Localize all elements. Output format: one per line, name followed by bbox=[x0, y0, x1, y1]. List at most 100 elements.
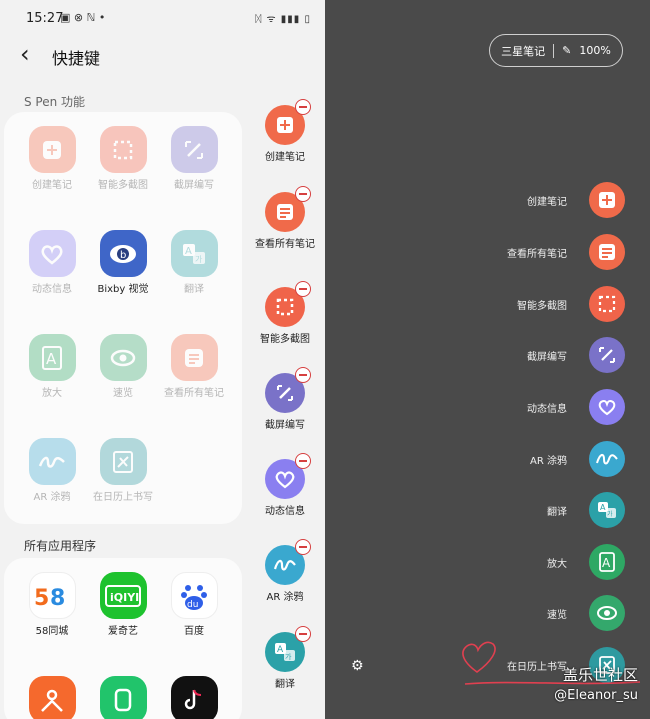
translate-icon: A가 bbox=[265, 626, 311, 672]
spen-item-screen-write[interactable]: 截屏编写 bbox=[154, 126, 234, 192]
pen-battery-icon: ✎ bbox=[562, 44, 572, 57]
spen-item-magnify[interactable]: A 放大 bbox=[12, 334, 92, 400]
app-baidu[interactable]: du 百度 bbox=[154, 572, 234, 638]
page-title: 快捷键 bbox=[52, 49, 101, 68]
spen-item-live-message[interactable]: 动态信息 bbox=[12, 230, 92, 296]
air-command-live-message[interactable]: 动态信息 bbox=[527, 389, 625, 425]
spen-item-bixby-vision[interactable]: b Bixby 视觉 bbox=[83, 230, 163, 296]
selected-shortcut-ar-doodle[interactable]: AR 涂鸦 bbox=[245, 539, 325, 604]
back-arrow-icon[interactable]: ‹ bbox=[20, 42, 30, 66]
create-note-icon bbox=[589, 182, 625, 218]
air-command-view-all-notes[interactable]: 查看所有笔记 bbox=[507, 234, 625, 270]
heart-icon bbox=[589, 389, 625, 425]
spen-item-ar-doodle[interactable]: AR 涂鸦 bbox=[12, 438, 92, 504]
svg-text:가: 가 bbox=[607, 510, 613, 518]
pill-divider bbox=[553, 43, 555, 58]
smart-select-icon bbox=[265, 281, 311, 327]
all-apps-card: 58 58同城 iQIYI 爱奇艺 du 百度 bbox=[4, 558, 242, 719]
app-58tongcheng[interactable]: 58 58同城 bbox=[12, 572, 92, 638]
section-label-all-apps: 所有应用程序 bbox=[24, 539, 97, 553]
svg-text:b: b bbox=[120, 250, 126, 261]
air-command-translate[interactable]: 翻译 A가 bbox=[547, 492, 625, 528]
status-time: 15:27 bbox=[26, 11, 64, 26]
58tongcheng-logo-icon: 58 bbox=[28, 572, 76, 619]
heart-icon bbox=[265, 453, 311, 499]
screenshot-root: 15:27 ▣ ⊗ ℕ • ᛞ ᯤ ▮▮▮ ▯ ‹ 快捷键 S Pen 功能 创… bbox=[0, 0, 650, 719]
remove-minus-icon[interactable] bbox=[295, 186, 311, 202]
svg-text:iQIYI: iQIYI bbox=[110, 591, 139, 604]
screen-write-icon bbox=[589, 337, 625, 373]
app-green-phone[interactable] bbox=[83, 676, 163, 719]
selected-shortcuts-column: 创建笔记 查看所有笔记 智能多截图 截屏编写 动态信息 AR 涂鸦 A 가 翻译 bbox=[245, 0, 325, 719]
selected-shortcut-screen-write[interactable]: 截屏编写 bbox=[245, 367, 325, 432]
notes-list-icon bbox=[589, 234, 625, 270]
selected-shortcut-translate[interactable]: A가 翻译 bbox=[245, 626, 325, 691]
air-command-panel: 三星笔记 ✎ 100% 创建笔记 查看所有笔记 智能多截图 截屏编写 动态信息 … bbox=[325, 0, 650, 719]
svg-text:8: 8 bbox=[50, 586, 65, 611]
spen-features-card: 创建笔记 智能多截图 截屏编写 动态信息 b Bixby 视觉 A 가 翻译 A… bbox=[4, 112, 242, 524]
svg-text:A: A bbox=[185, 246, 192, 257]
selected-shortcut-smart-select[interactable]: 智能多截图 bbox=[245, 281, 325, 346]
bixby-eye-icon: b bbox=[99, 230, 147, 277]
smart-select-icon bbox=[99, 126, 147, 173]
pill-battery: 100% bbox=[579, 44, 611, 57]
spen-item-smart-select[interactable]: 智能多截图 bbox=[83, 126, 163, 192]
iqiyi-logo-icon: iQIYI bbox=[99, 572, 147, 619]
heart-icon bbox=[28, 230, 76, 277]
watermark-author: @Eleanor_su bbox=[554, 688, 638, 703]
svg-text:du: du bbox=[187, 600, 198, 610]
remove-minus-icon[interactable] bbox=[295, 453, 311, 469]
svg-text:A: A bbox=[277, 645, 284, 655]
svg-text:A: A bbox=[46, 350, 57, 368]
translate-icon: A가 bbox=[170, 230, 218, 277]
spen-item-view-all-notes[interactable]: 查看所有笔记 bbox=[154, 334, 234, 400]
calendar-write-icon bbox=[99, 438, 147, 485]
tiktok-note-icon bbox=[170, 676, 218, 719]
air-command-smart-select[interactable]: 智能多截图 bbox=[517, 286, 625, 322]
pill-app-name: 三星笔记 bbox=[501, 44, 546, 58]
create-note-icon bbox=[265, 99, 311, 145]
remove-minus-icon[interactable] bbox=[295, 99, 311, 115]
spen-item-translate[interactable]: A가 翻译 bbox=[154, 230, 234, 296]
app-orange[interactable] bbox=[12, 676, 92, 719]
smart-select-icon bbox=[589, 286, 625, 322]
ar-doodle-icon bbox=[265, 539, 311, 585]
ar-doodle-icon bbox=[589, 441, 625, 477]
selected-shortcut-create-note[interactable]: 创建笔记 bbox=[245, 99, 325, 164]
screen-write-icon bbox=[265, 367, 311, 413]
ar-doodle-icon bbox=[28, 438, 76, 485]
translate-icon: A가 bbox=[589, 492, 625, 528]
air-command-ar-doodle[interactable]: AR 涂鸦 bbox=[530, 441, 625, 477]
phone-app-icon bbox=[99, 676, 147, 719]
watermark-community: 盖乐世社区 bbox=[562, 666, 638, 684]
selected-shortcut-live-message[interactable]: 动态信息 bbox=[245, 453, 325, 518]
remove-minus-icon[interactable] bbox=[295, 281, 311, 297]
section-label-spen: S Pen 功能 bbox=[24, 95, 86, 109]
remove-minus-icon[interactable] bbox=[295, 367, 311, 383]
spen-item-glance[interactable]: 速览 bbox=[83, 334, 163, 400]
person-app-icon bbox=[28, 676, 76, 719]
magnify-icon: A bbox=[28, 334, 76, 381]
air-command-create-note[interactable]: 创建笔记 bbox=[527, 182, 625, 218]
pen-status-pill[interactable]: 三星笔记 ✎ 100% bbox=[489, 34, 623, 67]
selected-shortcut-view-all-notes[interactable]: 查看所有笔记 bbox=[245, 186, 325, 251]
spen-item-create-note[interactable]: 创建笔记 bbox=[12, 126, 92, 192]
spen-item-write-on-calendar[interactable]: 在日历上书写 bbox=[83, 438, 163, 504]
magnify-icon: A bbox=[589, 544, 625, 580]
notes-list-icon bbox=[265, 186, 311, 232]
air-command-magnify[interactable]: 放大 A bbox=[547, 544, 625, 580]
app-iqiyi[interactable]: iQIYI 爱奇艺 bbox=[83, 572, 163, 638]
air-command-glance[interactable]: 速览 bbox=[547, 595, 625, 631]
settings-gear-icon[interactable]: ⚙ bbox=[351, 658, 364, 674]
remove-minus-icon[interactable] bbox=[295, 539, 311, 555]
air-command-screen-write[interactable]: 截屏编写 bbox=[527, 337, 625, 373]
notes-list-icon bbox=[170, 334, 218, 381]
create-note-icon bbox=[28, 126, 76, 173]
app-tiktok[interactable] bbox=[154, 676, 234, 719]
remove-minus-icon[interactable] bbox=[295, 626, 311, 642]
baidu-paw-icon: du bbox=[170, 572, 218, 619]
svg-text:A: A bbox=[602, 556, 611, 570]
svg-text:A: A bbox=[600, 503, 606, 512]
glance-eye-icon bbox=[99, 334, 147, 381]
glance-eye-icon bbox=[589, 595, 625, 631]
